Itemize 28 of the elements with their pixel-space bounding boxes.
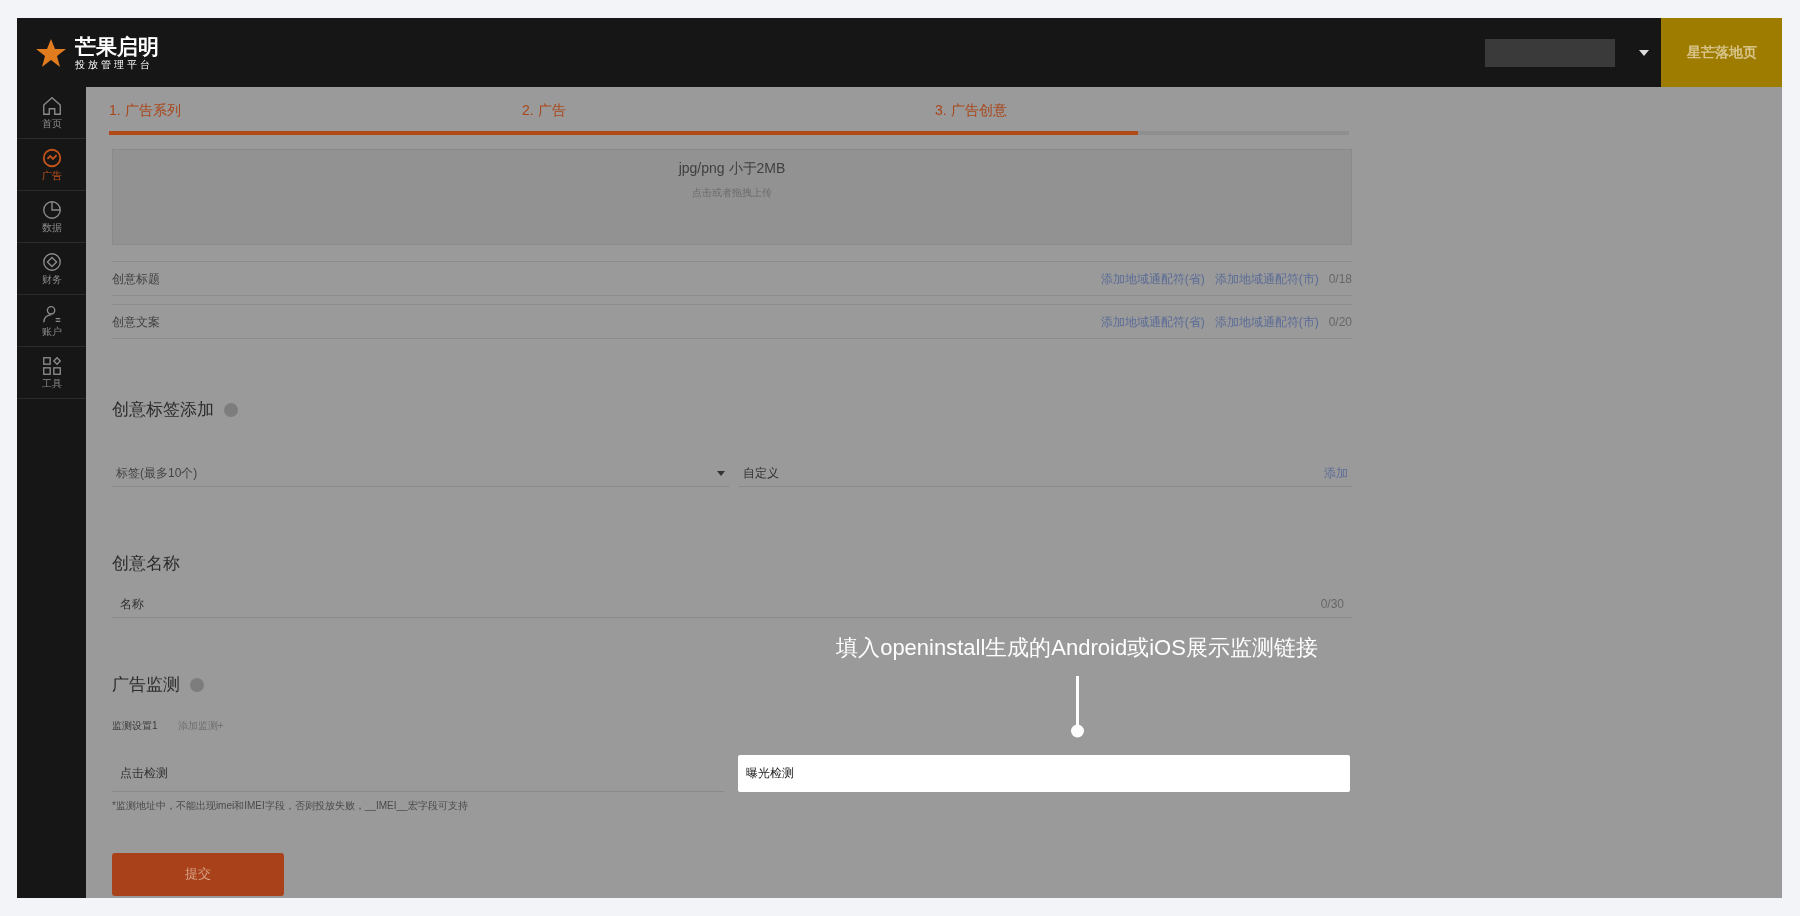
upload-format-text: jpg/png 小于2MB — [678, 159, 786, 178]
monitor-tab[interactable]: 监测设置1 — [112, 717, 158, 733]
monitor-note: *监测地址中，不能出现imei和IMEI字段，否则投放失败，__IMEI__宏字段可支持 — [112, 798, 469, 813]
custom-tag-field[interactable]: 自定义 添加 — [739, 460, 1352, 487]
step-label: 2. 广告 — [522, 101, 567, 120]
tag-select[interactable]: 标签(最多10个) — [112, 460, 729, 487]
section-heading: 广告监测 — [112, 674, 180, 696]
caret-icon — [717, 470, 725, 476]
caret-icon[interactable] — [1639, 49, 1649, 56]
grid-icon — [40, 355, 63, 377]
monitor-url-field[interactable]: 点击检测 — [112, 754, 724, 792]
field-label: 创意文案 — [112, 313, 160, 331]
user-icon — [40, 303, 63, 325]
pie-chart-icon — [40, 199, 63, 221]
monitor-url-field[interactable]: 曝光检测 — [738, 754, 1350, 792]
logo-subtitle: 投放管理平台 — [75, 58, 154, 71]
section-heading: 创意标签添加 — [112, 399, 214, 421]
field-label: 创意标题 — [112, 270, 160, 288]
submit-button[interactable]: 提交 — [112, 852, 284, 896]
landing-page-button[interactable]: 星芒落地页 — [1661, 18, 1782, 87]
annotation-text: 填入openinstall生成的Android或iOS展示监测链接 — [836, 634, 1318, 662]
coin-icon — [40, 251, 63, 273]
step-label: 1. 广告系列 — [109, 101, 182, 120]
step-label: 3. 广告创意 — [935, 101, 1008, 120]
section-heading: 创意名称 — [112, 552, 181, 575]
logo-title: 芒果启明 — [75, 34, 159, 59]
pointer-line — [1070, 676, 1084, 738]
home-icon — [40, 95, 63, 117]
